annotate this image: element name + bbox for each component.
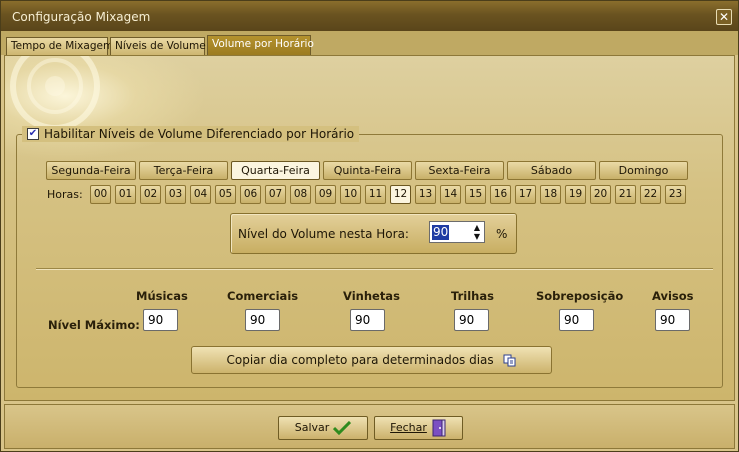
hour-button-20[interactable]: 20	[590, 185, 611, 204]
hour-volume-label: Nível do Volume nesta Hora:	[238, 227, 409, 241]
title-bar: Configuração Mixagem ✕	[1, 1, 738, 31]
tab-niveis-de-volume[interactable]: Níveis de Volume	[110, 37, 206, 55]
dialog-window: Configuração Mixagem ✕ Tempo de Mixagem …	[0, 0, 739, 452]
checkmark-icon	[333, 421, 352, 435]
day-button-domingo[interactable]: Domingo	[599, 161, 688, 180]
day-button-terca[interactable]: Terça-Feira	[139, 161, 228, 180]
hour-button-04[interactable]: 04	[190, 185, 211, 204]
hour-button-02[interactable]: 02	[140, 185, 161, 204]
exit-door-icon	[432, 419, 446, 437]
column-sobreposicao: Sobreposição	[536, 289, 624, 303]
hour-button-05[interactable]: 05	[215, 185, 236, 204]
hour-button-13[interactable]: 13	[415, 185, 436, 204]
hour-button-14[interactable]: 14	[440, 185, 461, 204]
day-button-sexta[interactable]: Sexta-Feira	[415, 161, 504, 180]
column-avisos: Avisos	[652, 289, 694, 303]
hour-button-09[interactable]: 09	[315, 185, 336, 204]
hour-button-12[interactable]: 12	[390, 185, 411, 204]
day-button-quarta[interactable]: Quarta-Feira	[231, 161, 320, 180]
enable-schedule-row[interactable]: ✔ Habilitar Níveis de Volume Diferenciad…	[22, 126, 360, 142]
level-input-comerciais[interactable]: 90	[245, 309, 280, 331]
close-button[interactable]: Fechar	[374, 416, 463, 440]
hour-button-16[interactable]: 16	[490, 185, 511, 204]
column-vinhetas: Vinhetas	[343, 289, 400, 303]
section-divider	[36, 268, 713, 270]
level-input-sobreposicao[interactable]: 90	[559, 309, 594, 331]
level-input-vinhetas[interactable]: 90	[350, 309, 385, 331]
copy-icon	[503, 354, 515, 367]
hour-button-08[interactable]: 08	[290, 185, 311, 204]
save-button[interactable]: Salvar	[278, 416, 368, 440]
level-input-avisos[interactable]: 90	[655, 309, 690, 331]
hour-volume-value[interactable]: 90	[432, 225, 450, 240]
hour-button-06[interactable]: 06	[240, 185, 261, 204]
close-window-button[interactable]: ✕	[716, 9, 732, 25]
copy-day-button[interactable]: Copiar dia completo para determinados di…	[191, 346, 552, 374]
close-label: Fechar	[390, 421, 427, 434]
hour-button-01[interactable]: 01	[115, 185, 136, 204]
hour-button-21[interactable]: 21	[615, 185, 636, 204]
tab-strip: Tempo de Mixagem Níveis de Volume Volume…	[1, 31, 738, 56]
tab-content-panel: ✔ Habilitar Níveis de Volume Diferenciad…	[4, 55, 735, 401]
copy-day-label: Copiar dia completo para determinados di…	[226, 353, 494, 367]
column-comerciais: Comerciais	[227, 289, 299, 303]
save-label: Salvar	[294, 421, 330, 434]
hour-button-17[interactable]: 17	[515, 185, 536, 204]
hour-button-00[interactable]: 00	[90, 185, 111, 204]
hour-button-11[interactable]: 11	[365, 185, 386, 204]
hours-label: Horas:	[47, 188, 83, 201]
tab-volume-por-horario[interactable]: Volume por Horário	[207, 35, 314, 56]
enable-schedule-checkbox[interactable]: ✔	[27, 128, 39, 140]
day-button-sabado[interactable]: Sábado	[507, 161, 596, 180]
close-icon: ✕	[718, 10, 730, 24]
day-button-segunda[interactable]: Segunda-Feira	[46, 161, 136, 180]
hour-button-10[interactable]: 10	[340, 185, 361, 204]
window-title: Configuração Mixagem	[12, 10, 151, 24]
column-musicas: Músicas	[136, 289, 188, 303]
day-button-quinta[interactable]: Quinta-Feira	[323, 161, 412, 180]
hour-button-22[interactable]: 22	[640, 185, 661, 204]
level-input-musicas[interactable]: 90	[143, 309, 178, 331]
level-input-trilhas[interactable]: 90	[454, 309, 489, 331]
hour-button-19[interactable]: 19	[565, 185, 586, 204]
percent-unit: %	[496, 227, 508, 241]
spin-down-icon[interactable]: ▼	[474, 232, 480, 241]
enable-schedule-label: Habilitar Níveis de Volume Diferenciado …	[44, 127, 355, 141]
hour-button-18[interactable]: 18	[540, 185, 561, 204]
hour-volume-panel: Nível do Volume nesta Hora: 90 ▲ ▼ %	[230, 213, 517, 254]
spin-up-icon[interactable]: ▲	[474, 223, 480, 232]
hour-button-03[interactable]: 03	[165, 185, 186, 204]
max-level-label: Nível Máximo:	[48, 318, 140, 332]
hour-button-07[interactable]: 07	[265, 185, 286, 204]
tab-tempo-de-mixagem[interactable]: Tempo de Mixagem	[6, 37, 113, 55]
hour-button-23[interactable]: 23	[665, 185, 686, 204]
column-trilhas: Trilhas	[451, 289, 494, 303]
footer-bar: Salvar Fechar	[4, 404, 735, 449]
hour-button-15[interactable]: 15	[465, 185, 486, 204]
hour-volume-spinner[interactable]: 90 ▲ ▼	[429, 221, 485, 243]
